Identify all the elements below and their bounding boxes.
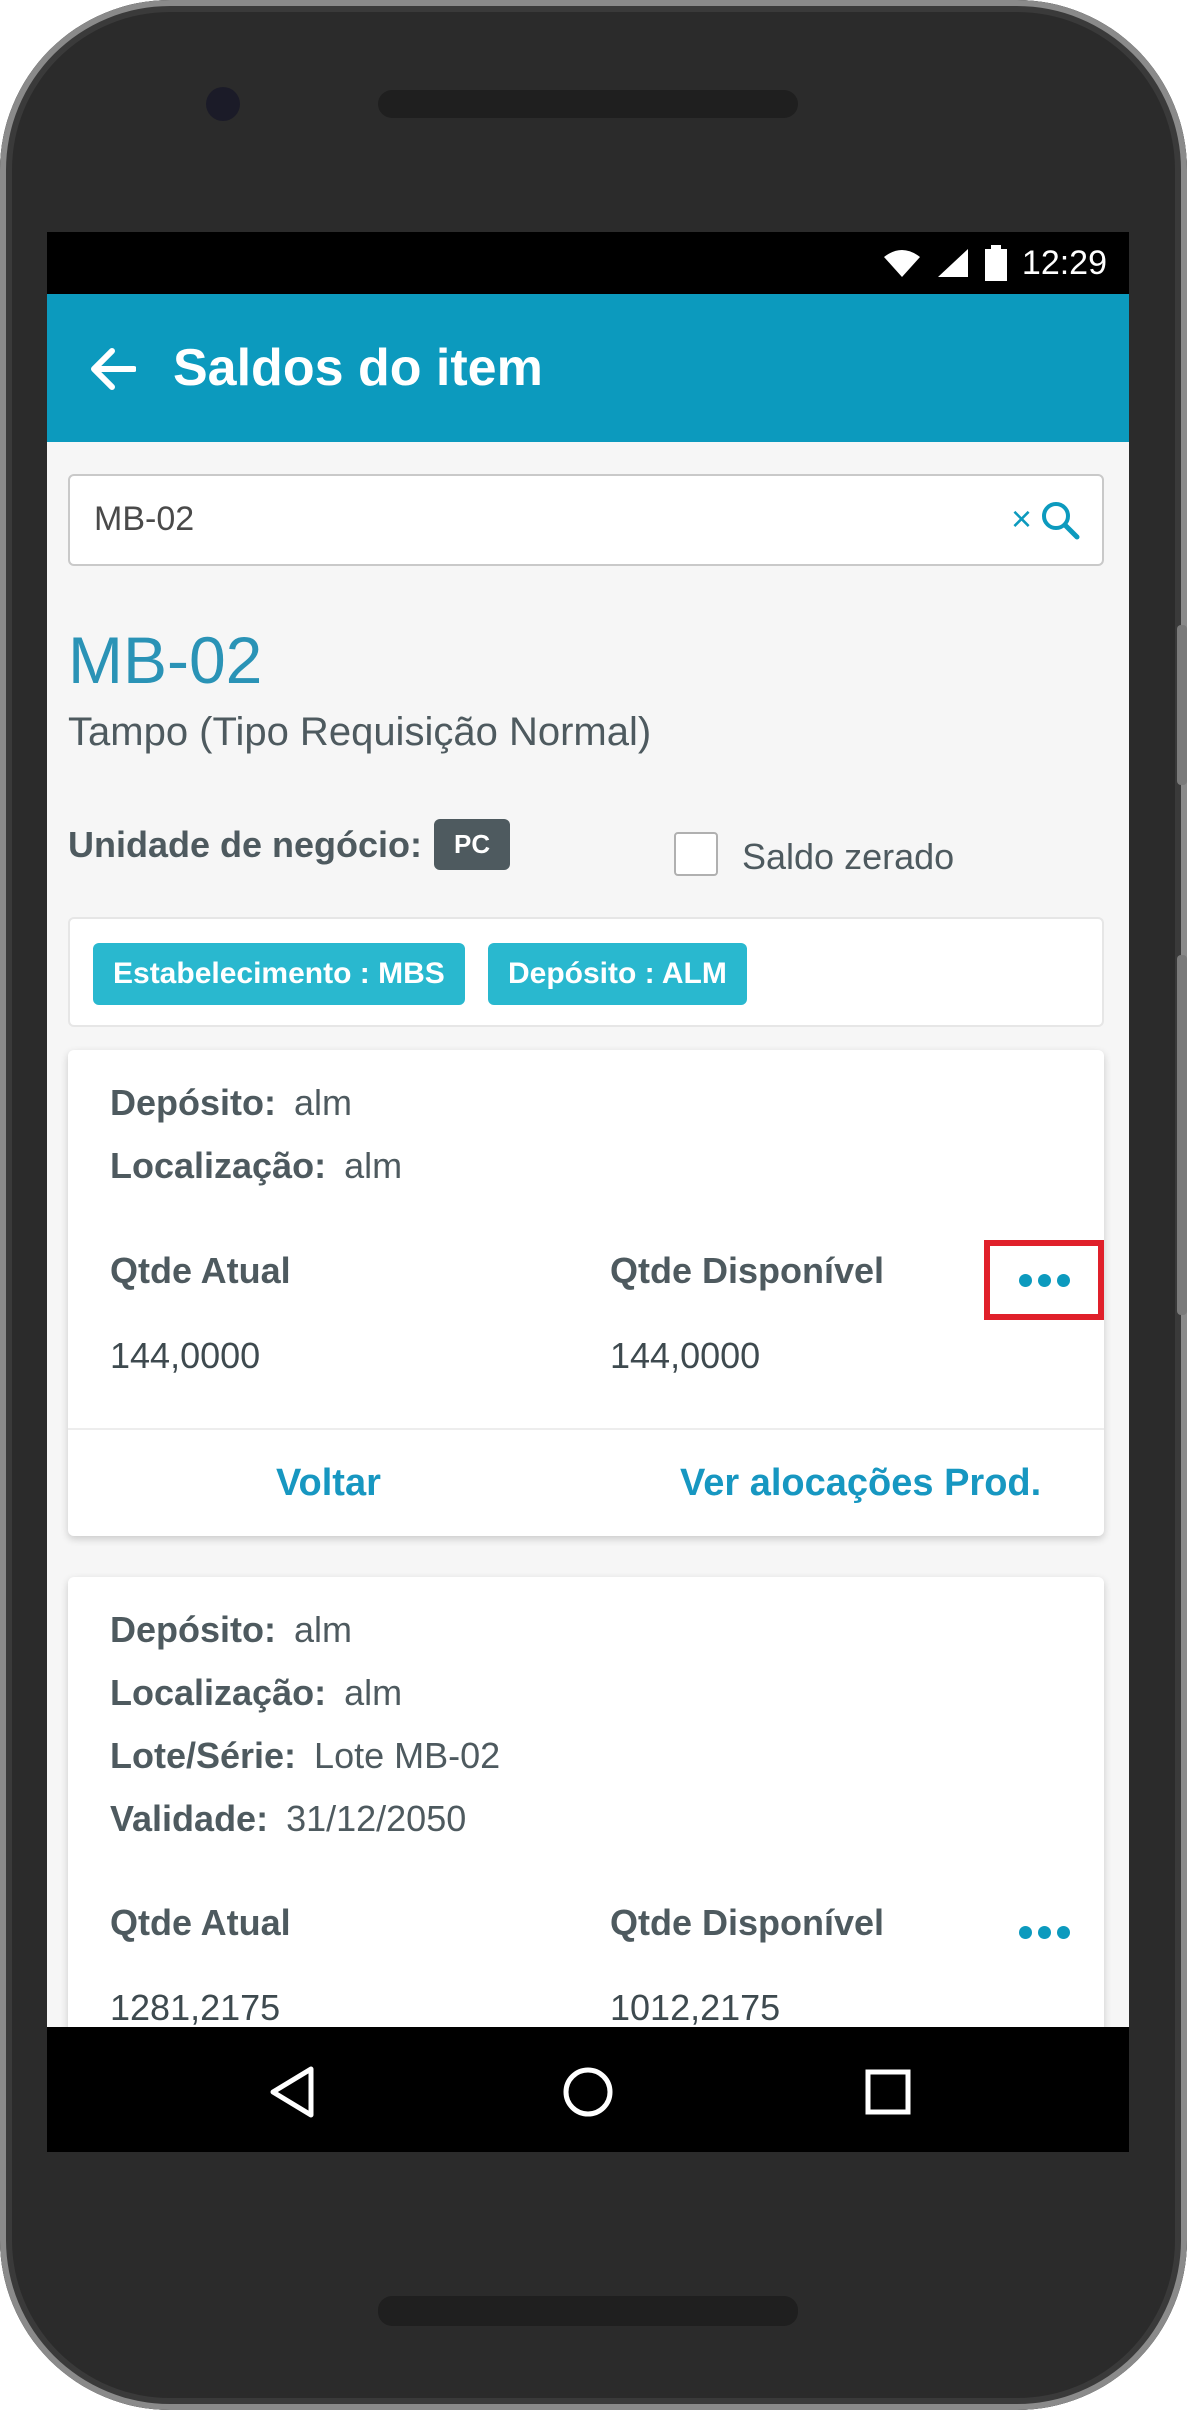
wifi-icon xyxy=(883,250,920,277)
card-location-row: Localização: alm xyxy=(110,1145,402,1187)
filter-chip-deposit[interactable]: Depósito : ALM xyxy=(488,943,747,1005)
more-dot xyxy=(1037,1273,1051,1287)
nav-home-icon xyxy=(563,2067,613,2117)
zero-balance-checkbox[interactable] xyxy=(674,832,718,876)
close-icon[interactable]: × xyxy=(1011,498,1032,540)
more-dot xyxy=(1037,1925,1051,1939)
deposit-label: Depósito: xyxy=(110,1082,276,1123)
nav-home-button[interactable] xyxy=(553,2057,623,2127)
signal-icon xyxy=(937,249,968,277)
screen: 12:29 Saldos do item MB-02 × MB-02 Tampo… xyxy=(47,232,1129,2152)
filter-chip-establishment[interactable]: Estabelecimento : MBS xyxy=(93,943,465,1005)
card-deposit-row: Depósito: alm xyxy=(110,1082,352,1124)
location-value: alm xyxy=(344,1672,403,1713)
page-title: Saldos do item xyxy=(173,339,543,397)
back-button[interactable] xyxy=(77,334,147,404)
validity-value: 31/12/2050 xyxy=(286,1798,467,1839)
item-code: MB-02 xyxy=(68,623,263,697)
search-input[interactable]: MB-02 × xyxy=(68,474,1104,566)
card-divider xyxy=(68,1428,1104,1430)
deposit-value: alm xyxy=(294,1609,353,1650)
qty-available-value: 144,0000 xyxy=(610,1335,761,1376)
nav-back-icon xyxy=(270,2066,314,2118)
nav-recents-icon xyxy=(865,2069,911,2115)
item-description: Tampo (Tipo Requisição Normal) xyxy=(68,710,652,754)
balance-card-2: Depósito: alm Localização: alm Lote/Série:… xyxy=(68,1577,1104,2097)
more-dots-icon xyxy=(1018,1273,1032,1287)
status-time: 12:29 xyxy=(1021,243,1107,282)
back-action-button[interactable]: Voltar xyxy=(276,1462,381,1505)
search-icon[interactable] xyxy=(1040,500,1080,540)
qty-available-value: 1012,2175 xyxy=(610,1987,781,2028)
bottom-speaker xyxy=(378,2296,798,2326)
location-label: Localização: xyxy=(110,1672,327,1713)
more-dot xyxy=(1056,1273,1070,1287)
unit-badge: PC xyxy=(434,819,511,870)
qty-available-label: Qtde Disponível xyxy=(610,1902,885,1943)
more-dots-icon xyxy=(1018,1925,1032,1939)
front-camera xyxy=(206,87,240,121)
filter-panel: Estabelecimento : MBS Depósito : ALM xyxy=(68,917,1104,1027)
qty-current-label: Qtde Atual xyxy=(110,1250,291,1291)
view-allocations-button[interactable]: Ver alocações Prod. xyxy=(680,1462,1041,1505)
phone-frame: 12:29 Saldos do item MB-02 × MB-02 Tampo… xyxy=(0,0,1187,2410)
qty-current-value: 1281,2175 xyxy=(110,1987,281,2028)
more-dot xyxy=(1056,1925,1070,1939)
system-nav-bar xyxy=(47,2027,1129,2152)
unit-label: Unidade de negócio: xyxy=(68,824,423,865)
location-value: alm xyxy=(344,1145,403,1186)
deposit-label: Depósito: xyxy=(110,1609,276,1650)
nav-back-button[interactable] xyxy=(257,2057,327,2127)
qty-current-value: 144,0000 xyxy=(110,1335,261,1376)
power-button xyxy=(1177,955,1187,1315)
card-deposit-row: Depósito: alm xyxy=(110,1609,352,1651)
balance-card-1: Depósito: alm Localização: alm Qtde Atual … xyxy=(68,1050,1104,1536)
back-arrow-icon xyxy=(91,348,136,390)
deposit-value: alm xyxy=(294,1082,353,1123)
status-bar: 12:29 xyxy=(47,232,1129,294)
validity-label: Validade: xyxy=(110,1798,269,1839)
nav-recents-button[interactable] xyxy=(853,2057,923,2127)
search-value: MB-02 xyxy=(94,500,195,538)
earpiece-speaker xyxy=(378,90,798,118)
lot-label: Lote/Série: xyxy=(110,1735,297,1776)
lot-value: Lote MB-02 xyxy=(314,1735,501,1776)
qty-current-label: Qtde Atual xyxy=(110,1902,291,1943)
volume-button xyxy=(1177,625,1187,785)
more-options-button[interactable] xyxy=(994,1902,1094,1962)
status-icons: 12:29 xyxy=(882,242,1107,284)
location-label: Localização: xyxy=(110,1145,327,1186)
zero-balance-label[interactable]: Saldo zerado xyxy=(742,836,954,878)
card-location-row: Localização: alm xyxy=(110,1672,402,1714)
card-lot-row: Lote/Série: Lote MB-02 xyxy=(110,1735,500,1777)
qty-available-label: Qtde Disponível xyxy=(610,1250,885,1291)
card-validity-row: Validade: 31/12/2050 xyxy=(110,1798,466,1840)
battery-icon xyxy=(984,245,1007,281)
app-bar: Saldos do item xyxy=(47,294,1129,442)
more-options-button[interactable] xyxy=(994,1250,1094,1310)
